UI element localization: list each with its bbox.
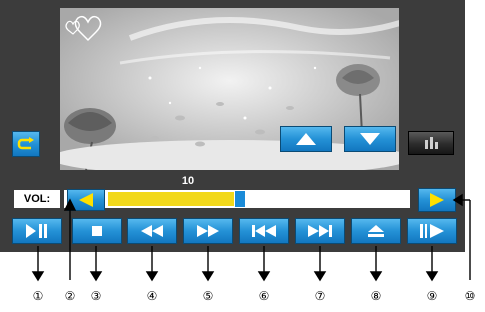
callout-1: ① xyxy=(32,289,44,303)
callout-3: ③ xyxy=(90,289,102,303)
callout-8: ⑧ xyxy=(370,289,382,303)
callout-9: ⑨ xyxy=(426,289,438,303)
callout-10: ⑩ xyxy=(464,289,476,303)
callout-lines xyxy=(31,193,471,282)
callout-6: ⑥ xyxy=(258,289,270,303)
callout-2: ② xyxy=(64,289,76,303)
callout-4: ④ xyxy=(146,289,158,303)
callout-7: ⑦ xyxy=(314,289,326,303)
callout-5: ⑤ xyxy=(202,289,214,303)
